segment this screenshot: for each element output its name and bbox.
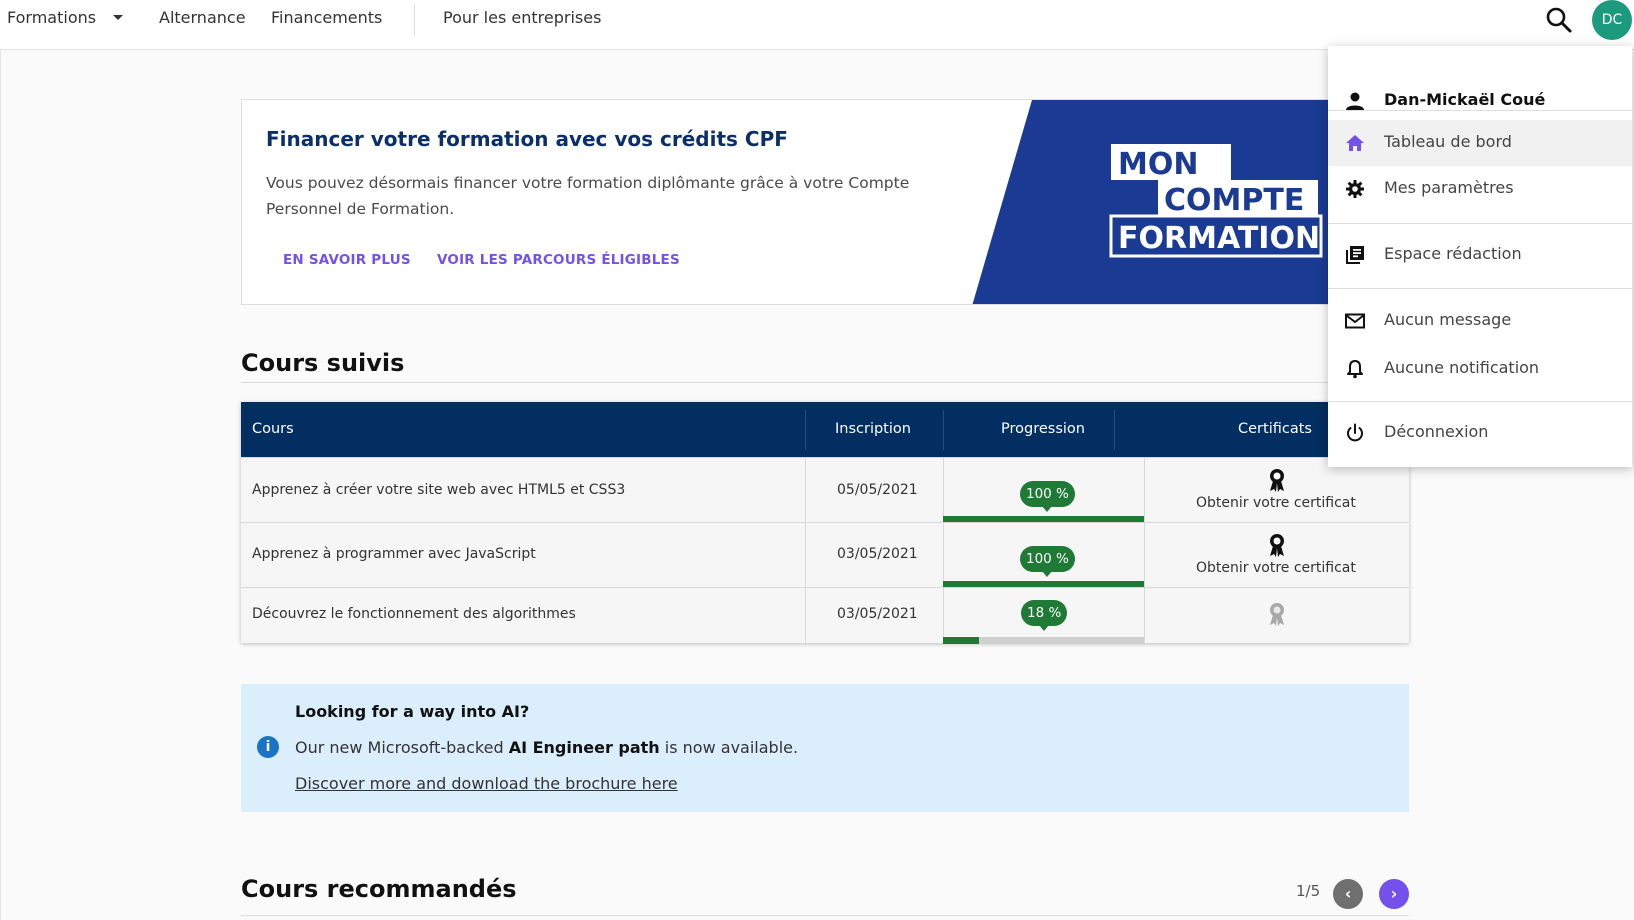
menu-divider: [1328, 223, 1632, 224]
avatar[interactable]: DC: [1592, 0, 1632, 40]
progress-badge: 100 %: [1020, 546, 1075, 577]
menu-item-dashboard[interactable]: Tableau de bord: [1328, 120, 1632, 166]
column-divider: [943, 588, 944, 644]
logo-line-formation: FORMATION: [1118, 221, 1320, 256]
get-certificate-link[interactable]: Obtenir votre certificat: [1196, 560, 1356, 576]
info-title: Looking for a way into AI?: [295, 702, 530, 721]
column-divider: [805, 588, 806, 644]
nav-entreprises[interactable]: Pour les entreprises: [443, 8, 601, 27]
certificate-locked-icon: [1267, 602, 1287, 626]
menu-item-settings[interactable]: Mes paramètres: [1328, 166, 1632, 212]
column-divider: [805, 458, 806, 523]
certificate-ribbon-icon[interactable]: [1267, 468, 1287, 492]
person-icon: [1344, 90, 1366, 112]
get-certificate-link[interactable]: Obtenir votre certificat: [1196, 495, 1356, 511]
library-icon: [1344, 244, 1366, 266]
brochure-link[interactable]: Discover more and download the brochure …: [295, 774, 678, 793]
eligible-paths-link[interactable]: VOIR LES PARCOURS ÉLIGIBLES: [437, 252, 680, 268]
menu-item-notifications[interactable]: Aucune notification: [1328, 346, 1632, 392]
column-inscription[interactable]: Inscription: [835, 402, 911, 457]
menu-divider: [1328, 401, 1632, 402]
carousel-pager: 1/5: [1296, 882, 1321, 900]
section-divider: [241, 382, 1409, 383]
menu-item-messages[interactable]: Aucun message: [1328, 298, 1632, 344]
enrollment-date: 05/05/2021: [837, 482, 918, 498]
power-icon: [1344, 422, 1366, 444]
column-cours[interactable]: Cours: [252, 402, 294, 457]
info-text-bold: AI Engineer path: [508, 738, 660, 757]
column-progression[interactable]: Progression: [1001, 402, 1085, 457]
progress-badge: 100 %: [1020, 481, 1075, 512]
table-header: Cours Inscription Progression Certificat…: [241, 402, 1409, 457]
home-icon: [1344, 132, 1366, 154]
column-divider: [943, 410, 944, 450]
nav-financements[interactable]: Financements: [271, 8, 382, 27]
bell-icon: [1344, 358, 1366, 380]
info-text-after: is now available.: [659, 738, 799, 757]
course-title[interactable]: Apprenez à programmer avec JavaScript: [252, 546, 536, 562]
info-text: Our new Microsoft-backed AI Engineer pat…: [295, 738, 798, 757]
menu-label: Espace rédaction: [1384, 244, 1522, 263]
course-title[interactable]: Apprenez à créer votre site web avec HTM…: [252, 482, 625, 498]
user-profile-item[interactable]: Dan-Mickaël Coué: [1328, 78, 1632, 124]
ai-info-banner: i Looking for a way into AI? Our new Mic…: [241, 684, 1409, 812]
cpf-text: Vous pouvez désormais financer votre for…: [266, 174, 910, 218]
logo-line-mon: MON: [1118, 147, 1198, 182]
table-row[interactable]: Apprenez à programmer avec JavaScript 03…: [241, 522, 1409, 588]
logo-line-compte: COMPTE: [1164, 183, 1304, 218]
column-divider: [1144, 458, 1145, 523]
search-icon[interactable]: [1544, 5, 1574, 35]
recommended-courses-title: Cours recommandés: [241, 875, 517, 903]
column-divider: [943, 458, 944, 523]
menu-label: Déconnexion: [1384, 422, 1489, 441]
cpf-title: Financer votre formation avec vos crédit…: [266, 127, 788, 151]
enrollment-date: 03/05/2021: [837, 606, 918, 622]
column-divider: [805, 410, 806, 450]
user-name: Dan-Mickaël Coué: [1384, 90, 1546, 109]
nav-alternance[interactable]: Alternance: [159, 8, 246, 27]
enrollment-date: 03/05/2021: [837, 546, 918, 562]
menu-label: Mes paramètres: [1384, 178, 1514, 197]
progress-badge: 18 %: [1021, 600, 1068, 631]
menu-label: Aucune notification: [1384, 358, 1540, 377]
column-divider: [1114, 410, 1115, 450]
course-title[interactable]: Découvrez le fonctionnement des algorith…: [252, 606, 576, 622]
section-divider: [241, 915, 1409, 916]
column-divider: [805, 523, 806, 588]
info-icon: i: [257, 736, 279, 758]
menu-label: Aucun message: [1384, 310, 1512, 329]
mail-icon: [1344, 310, 1366, 332]
learn-more-link[interactable]: EN SAVOIR PLUS: [283, 252, 411, 268]
column-certificats[interactable]: Certificats: [1238, 402, 1312, 457]
nav-formations[interactable]: Formations: [7, 8, 96, 27]
column-divider: [1144, 588, 1145, 644]
column-divider: [943, 523, 944, 588]
table-row[interactable]: Apprenez à créer votre site web avec HTM…: [241, 457, 1409, 523]
info-text-before: Our new Microsoft-backed: [295, 738, 509, 757]
menu-divider: [1328, 110, 1632, 111]
top-navigation: Formations Alternance Financements Pour …: [0, 0, 1634, 50]
menu-label: Tableau de bord: [1384, 132, 1512, 151]
menu-item-logout[interactable]: Déconnexion: [1328, 410, 1632, 456]
gear-icon: [1344, 178, 1366, 200]
progress-fill: [943, 637, 980, 644]
nav-divider: [414, 4, 415, 36]
user-menu-dropdown: Dan-Mickaël Coué Tableau de bord Mes par…: [1328, 46, 1632, 467]
caret-down-icon[interactable]: [113, 15, 123, 20]
cpf-banner: Financer votre formation avec vos crédit…: [241, 99, 1409, 305]
menu-item-writing-space[interactable]: Espace rédaction: [1328, 232, 1632, 278]
carousel-prev-button[interactable]: ‹: [1333, 879, 1363, 909]
table-row[interactable]: Découvrez le fonctionnement des algorith…: [241, 587, 1409, 644]
progress-bar: [943, 637, 1144, 644]
column-divider: [1144, 523, 1145, 588]
menu-divider: [1328, 288, 1632, 289]
certificate-ribbon-icon[interactable]: [1267, 533, 1287, 557]
followed-courses-table: Cours Inscription Progression Certificat…: [241, 402, 1409, 644]
carousel-next-button[interactable]: ›: [1379, 879, 1409, 909]
followed-courses-title: Cours suivis: [241, 349, 405, 377]
